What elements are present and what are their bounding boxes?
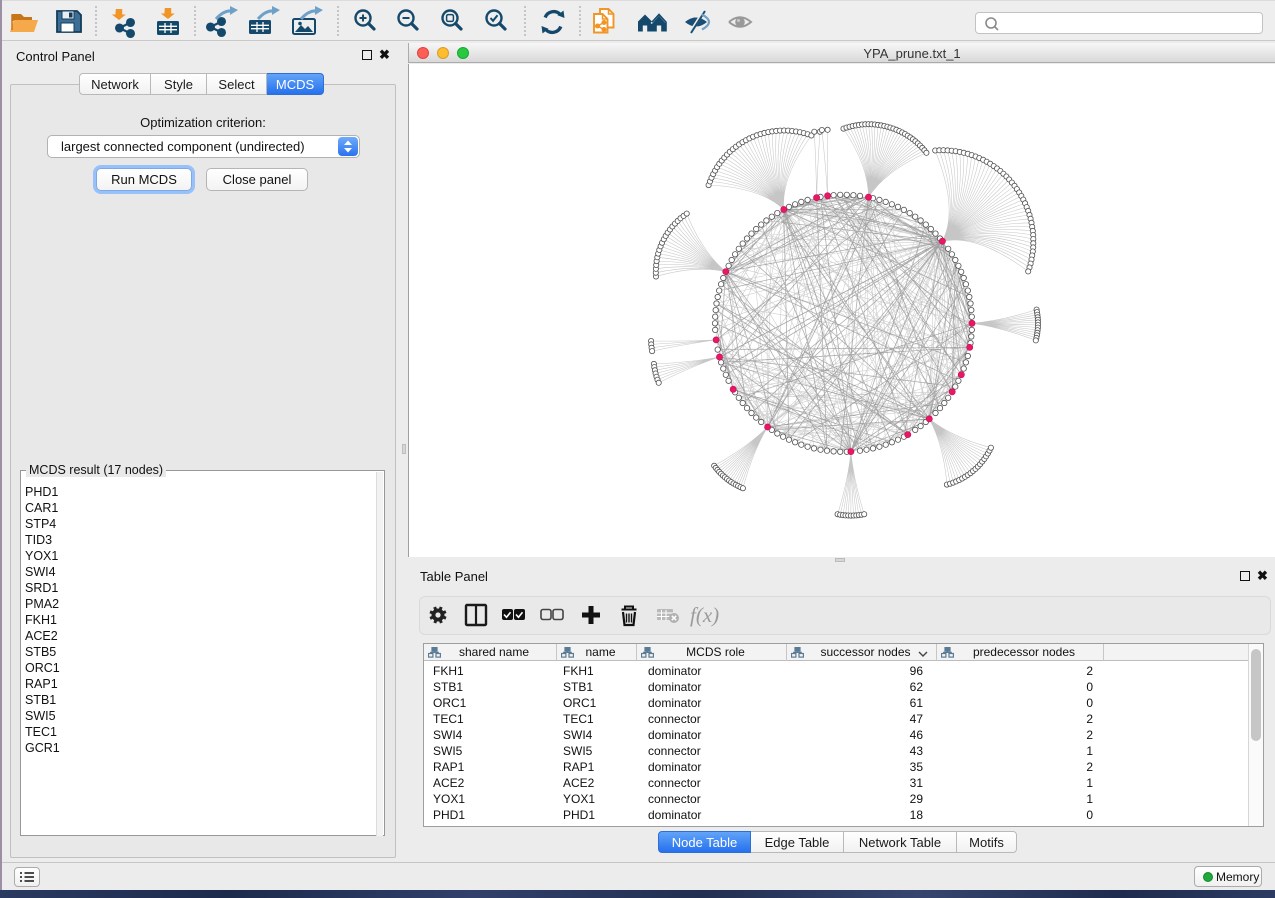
svg-text:f(x): f(x) [690,603,719,627]
